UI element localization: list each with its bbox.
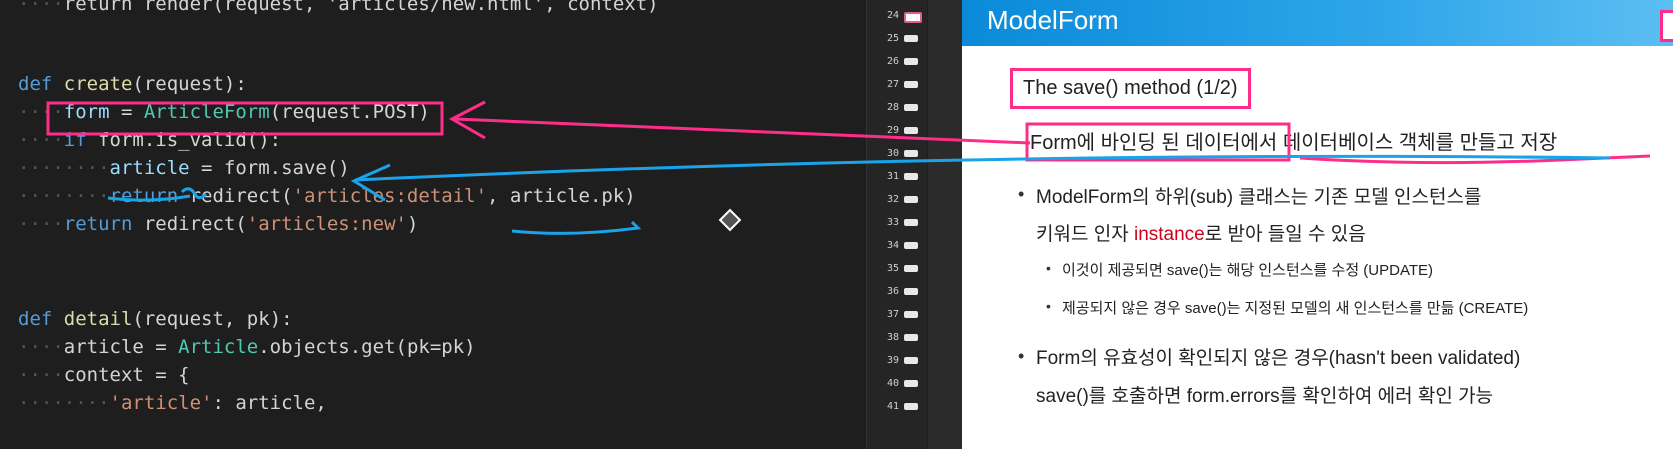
- sub-bullet1: 이것이 제공되면 save()는 해당 인스턴스를 수정 (UPDATE): [1062, 262, 1434, 279]
- bullet-icon: •: [1018, 346, 1025, 366]
- code-line-article-get: ····article = Article.objects.get(pk=pk): [18, 336, 476, 358]
- line-number: 32: [886, 194, 899, 205]
- slide-subtitle: The save() method (1/2): [1023, 77, 1238, 99]
- line-number: 40: [886, 378, 899, 389]
- bullet2-line1: Form의 유효성이 확인되지 않은 경우(hasn't been valida…: [1036, 348, 1521, 369]
- code-line-context: ····context = {: [18, 364, 190, 386]
- slide-subtitle-box: The save() method (1/2): [1010, 68, 1251, 109]
- minimap-marker: [904, 81, 918, 88]
- line-number: 41: [886, 401, 899, 412]
- minimap-marker: [904, 58, 918, 65]
- corner-marker: [1660, 10, 1673, 42]
- code-line-def-create: def create(request):: [18, 73, 247, 95]
- sub-bullet-icon: •: [1046, 260, 1051, 276]
- code-line-return-new: ····return redirect('articles:new'): [18, 213, 419, 235]
- line-number-gutter: 24 25 26 27 28 29 30 31 32 33 34 35 36 3…: [866, 0, 927, 449]
- code-editor[interactable]: ····return render(request, 'articles/new…: [0, 0, 860, 449]
- bullet1-line1: ModelForm의 하위(sub) 클래스는 기존 모델 인스턴스를: [1036, 187, 1482, 208]
- bullet2-line2: save()를 호출하면 form.errors를 확인하여 에러 확인 가능: [1036, 386, 1494, 407]
- minimap-marker: [904, 150, 918, 157]
- minimap-marker: [904, 242, 918, 249]
- minimap-marker: [904, 357, 918, 364]
- line-number: 28: [886, 102, 899, 113]
- minimap-marker: [904, 196, 918, 203]
- code-line-def-detail: def detail(request, pk):: [18, 308, 293, 330]
- minimap-marker: [904, 380, 918, 387]
- line-number: 29: [886, 125, 899, 136]
- code-line-return-detail: ········return redirect('articles:detail…: [18, 185, 636, 207]
- line-number: 39: [886, 355, 899, 366]
- slide-headline: Form에 바인딩 된 데이터에서 데이터베이스 객체를 만들고 저장: [1030, 132, 1558, 154]
- presentation-slide: ModelForm The save() method (1/2) Form에 …: [962, 0, 1673, 449]
- line-number: 36: [886, 286, 899, 297]
- code-line-article-save: ········article = form.save(): [18, 157, 350, 179]
- sub-bullet-icon: •: [1046, 298, 1051, 314]
- line-number: 33: [886, 217, 899, 228]
- line-number: 38: [886, 332, 899, 343]
- minimap-marker: [904, 265, 918, 272]
- line-number: 34: [886, 240, 899, 251]
- line-number: 25: [886, 33, 899, 44]
- minimap-marker: [904, 311, 918, 318]
- bullet-icon: •: [1018, 184, 1025, 204]
- minimap-marker: [904, 219, 918, 226]
- minimap-marker: [904, 35, 918, 42]
- code-line-partial: ····return render(request, 'articles/new…: [18, 0, 659, 15]
- minimap-marker: [904, 127, 918, 134]
- sub-bullet2: 제공되지 않은 경우 save()는 지정된 모델의 새 인스턴스를 만듦 (C…: [1062, 300, 1529, 317]
- minimap-marker: [904, 173, 918, 180]
- slide-title: ModelForm: [987, 5, 1119, 35]
- line-number: 30: [886, 148, 899, 159]
- line-number: 37: [886, 309, 899, 320]
- panel-divider[interactable]: [928, 0, 962, 449]
- bullet1-line2: 키워드 인자 instance로 받아 들일 수 있음: [1036, 224, 1366, 245]
- minimap-marker: [904, 334, 918, 341]
- line-number: 26: [886, 56, 899, 67]
- line-number: 35: [886, 263, 899, 274]
- minimap-marker: [904, 104, 918, 111]
- code-line-context-article: ········'article': article,: [18, 392, 327, 414]
- slide-header: ModelForm: [962, 0, 1673, 46]
- minimap-marker: [904, 288, 918, 295]
- line-number: 24: [886, 10, 899, 21]
- line-number: 31: [886, 171, 899, 182]
- minimap-marker: [904, 12, 922, 23]
- line-number: 27: [886, 79, 899, 90]
- minimap-marker: [904, 403, 918, 410]
- code-line-form-assign: ····form = ArticleForm(request.POST): [18, 101, 430, 123]
- code-line-if-valid: ····if form.is_valid():: [18, 129, 282, 151]
- pencil-cursor-icon: [718, 208, 742, 232]
